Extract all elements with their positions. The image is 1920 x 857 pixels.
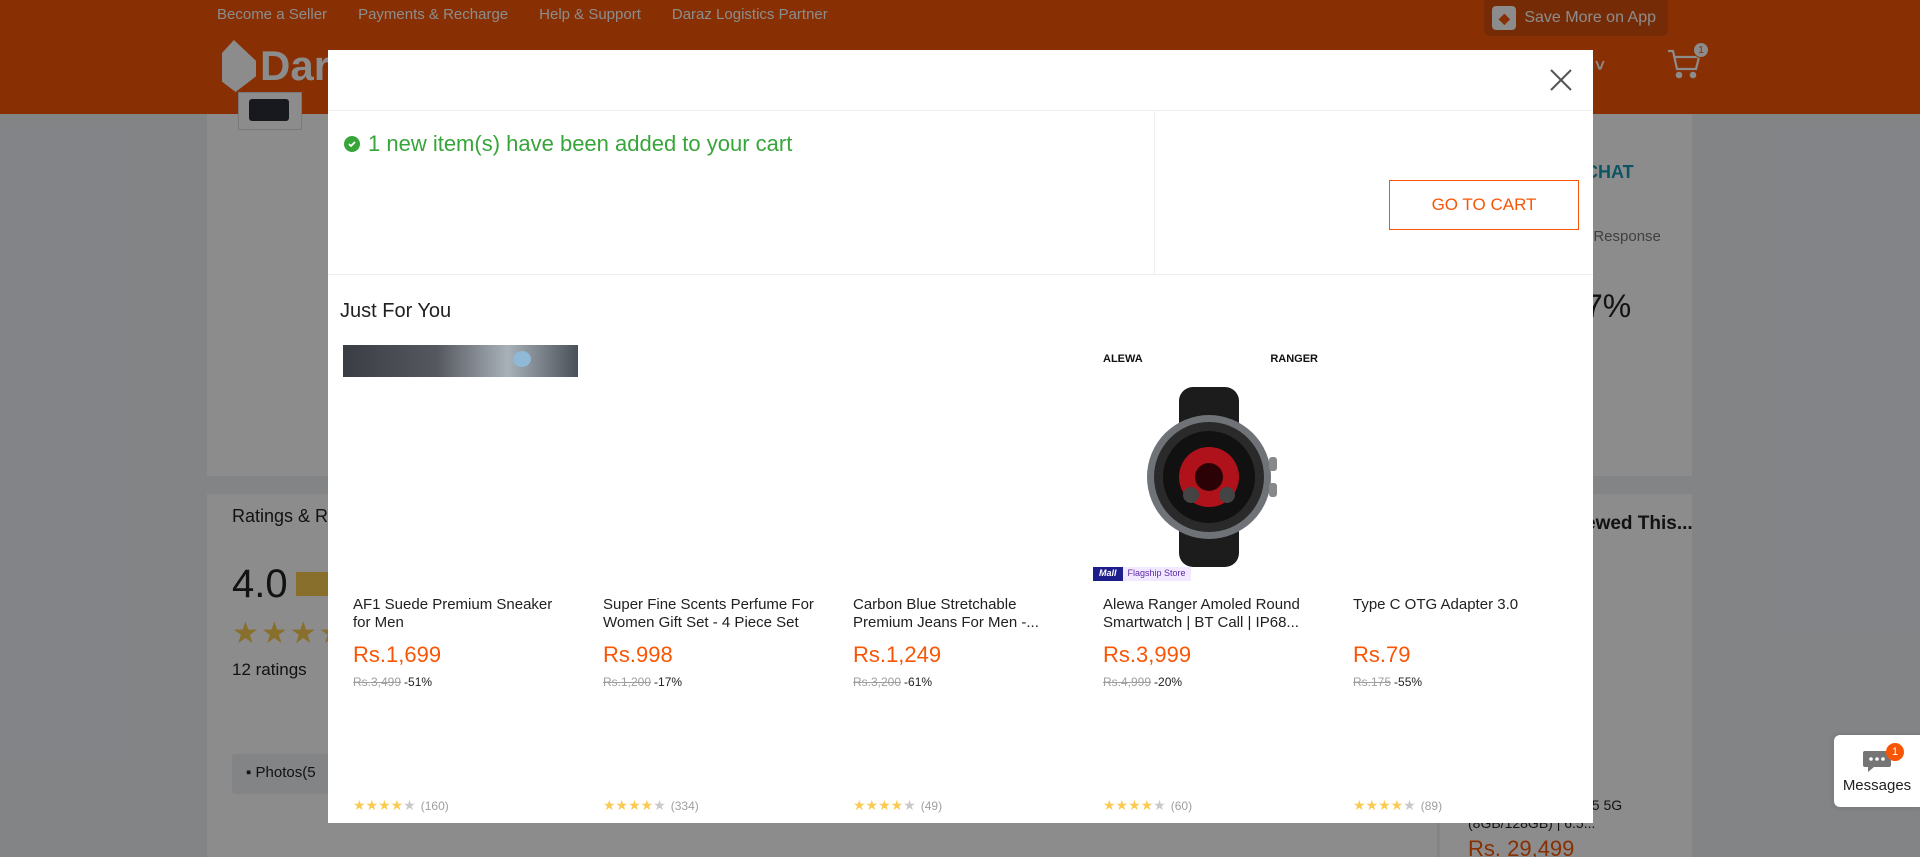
brand-row: ALEWA RANGER [1093,353,1328,365]
product-image[interactable] [343,345,578,585]
mall-badge: Mall Flagship Store [1093,567,1191,581]
close-icon [1550,69,1572,91]
just-for-you-title: Just For You [340,300,452,322]
brand-left: ALEWA [1103,353,1143,365]
product-original-price: Rs.175 -55% [1353,675,1423,689]
product-rating: ★★★★★ (49) [853,797,943,813]
product-price: Rs.998 [603,642,673,667]
check-icon [344,136,360,152]
go-to-cart-button[interactable]: GO TO CART [1389,180,1579,230]
product-card[interactable]: Carbon Blue Stretchable Premium Jeans Fo… [843,345,1078,813]
product-name[interactable]: Carbon Blue Stretchable Premium Jeans Fo… [853,596,1068,632]
messages-label: Messages [1842,777,1912,794]
cart-message-row: 1 new item(s) have been added to your ca… [328,111,1593,275]
product-image[interactable] [1343,345,1578,585]
product-grid: AF1 Suede Premium Sneaker for Men Rs.1,6… [343,345,1578,813]
product-price: Rs.1,699 [353,642,442,667]
product-price: Rs.79 [1353,642,1411,667]
product-image[interactable] [593,345,828,585]
product-price: Rs.1,249 [853,642,942,667]
product-image[interactable] [843,345,1078,585]
product-original-price: Rs.3,499 -51% [353,675,433,689]
cart-actions: GO TO CART [1155,111,1593,274]
cart-message-area: 1 new item(s) have been added to your ca… [328,111,1155,274]
product-rating: ★★★★★ (89) [1353,797,1443,813]
product-original-price: Rs.4,999 -20% [1103,675,1183,689]
product-card[interactable]: AF1 Suede Premium Sneaker for Men Rs.1,6… [343,345,578,813]
modal-header [328,50,1593,111]
product-rating: ★★★★★ (160) [353,797,449,813]
product-card[interactable]: Super Fine Scents Perfume For Women Gift… [593,345,828,813]
product-card[interactable]: ALEWA RANGER Mall Flagship Store Alewa R… [1093,345,1328,813]
messages-widget[interactable]: Messages 1 [1834,735,1920,807]
messages-badge: 1 [1886,743,1904,761]
product-price: Rs.3,999 [1103,642,1192,667]
brand-right: RANGER [1270,353,1318,365]
close-modal-button[interactable] [1547,66,1575,94]
added-message: 1 new item(s) have been added to your ca… [344,131,1138,157]
product-original-price: Rs.3,200 -61% [853,675,933,689]
product-name[interactable]: AF1 Suede Premium Sneaker for Men [353,596,568,632]
product-image[interactable]: ALEWA RANGER Mall Flagship Store [1093,345,1328,585]
added-message-text: 1 new item(s) have been added to your ca… [368,131,793,156]
smartwatch-image [1147,387,1277,567]
product-name[interactable]: Super Fine Scents Perfume For Women Gift… [603,596,818,632]
sneaker-image [343,345,578,377]
product-card[interactable]: Type C OTG Adapter 3.0 Rs.79 Rs.175 -55% … [1343,345,1578,813]
product-rating: ★★★★★ (60) [1103,797,1193,813]
product-rating: ★★★★★ (334) [603,797,699,813]
added-to-cart-modal: 1 new item(s) have been added to your ca… [328,50,1593,823]
product-name[interactable]: Type C OTG Adapter 3.0 [1353,596,1568,632]
product-name[interactable]: Alewa Ranger Amoled Round Smartwatch | B… [1103,596,1318,632]
product-original-price: Rs.1,200 -17% [603,675,683,689]
